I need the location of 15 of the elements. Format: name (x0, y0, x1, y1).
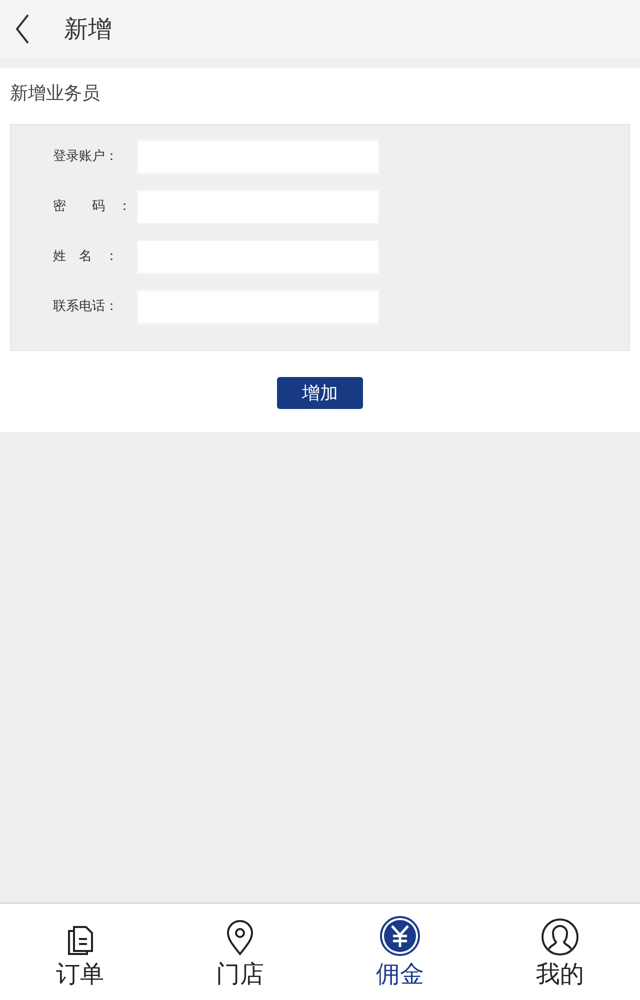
field-label: 联系电话： (52, 298, 119, 316)
add-button[interactable]: 增加 (277, 377, 363, 409)
user-icon (541, 918, 579, 956)
page-title: 新增 (64, 14, 112, 45)
tab-item[interactable]: 门店 (160, 904, 320, 1000)
tab-item[interactable]: 订单 (0, 904, 160, 1000)
field-label: 登录账户： (52, 148, 119, 166)
yen-icon (380, 916, 420, 956)
section-title: 新增业务员 (10, 82, 101, 106)
back-icon[interactable] (14, 14, 30, 44)
location-pin-icon (226, 920, 254, 956)
field-label: 姓 名 ： (52, 248, 119, 266)
tab-item[interactable]: 佣金 (320, 904, 480, 1000)
field-label: 密 码 ： (52, 198, 132, 216)
tab-item[interactable]: 我的 (480, 904, 640, 1000)
